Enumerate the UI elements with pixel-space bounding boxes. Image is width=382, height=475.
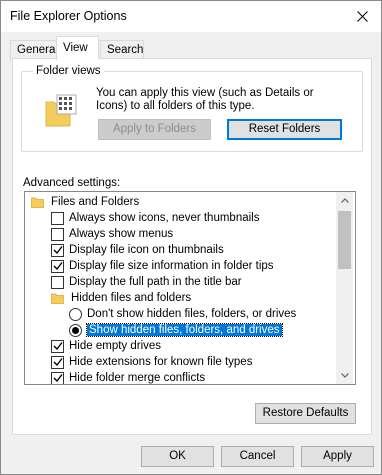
folder-views-description: You can apply this view (such as Details… [96,87,314,112]
setting-hide-empty-drives[interactable]: Hide empty drives [51,338,161,354]
reset-folders-button[interactable]: Reset Folders [227,119,342,140]
setting-hide-folder-merge-conflicts[interactable]: Hide folder merge conflicts [51,370,205,384]
checkbox[interactable] [51,275,64,289]
checkmark-icon [53,262,63,271]
checkbox[interactable] [51,355,64,369]
restore-defaults-button[interactable]: Restore Defaults [255,403,356,424]
scroll-down-button[interactable] [336,367,353,384]
close-icon [356,10,368,22]
checkbox[interactable] [51,259,64,273]
setting-always-show-menus[interactable]: Always show menus [51,226,173,242]
setting-display-file-size-info[interactable]: Display file size information in folder … [51,258,274,274]
tree-group-hidden-files: Hidden files and folders [51,290,191,306]
setting-hide-extensions[interactable]: Hide extensions for known file types [51,354,252,370]
close-button[interactable] [351,6,373,26]
folder-grid-icon [45,94,77,127]
radio-button[interactable] [69,307,82,321]
folder-icon [31,197,44,208]
folder-icon [51,293,64,304]
cancel-button[interactable]: Cancel [221,446,294,467]
title-bar: File Explorer Options [1,1,381,32]
checkbox[interactable] [51,243,64,257]
tree-group-files-and-folders: Files and Folders [31,194,139,210]
checkmark-icon [53,374,63,383]
folder-views-legend: Folder views [33,65,104,77]
ok-button[interactable]: OK [141,446,214,467]
setting-always-show-icons[interactable]: Always show icons, never thumbnails [51,210,259,226]
apply-button[interactable]: Apply [301,446,374,467]
checkmark-icon [53,342,63,351]
radio-button[interactable] [69,323,82,337]
chevron-down-icon [340,373,349,378]
setting-display-full-path[interactable]: Display the full path in the title bar [51,274,242,290]
checkbox[interactable] [51,371,64,384]
checkbox[interactable] [51,211,64,225]
checkbox[interactable] [51,227,64,241]
setting-dont-show-hidden[interactable]: Don't show hidden files, folders, or dri… [69,306,296,322]
setting-display-file-icon-thumbnails[interactable]: Display file icon on thumbnails [51,242,224,258]
checkmark-icon [53,246,63,255]
advanced-settings-label: Advanced settings: [23,177,121,189]
file-explorer-options-dialog: File Explorer Options General View Searc… [0,0,382,475]
advanced-settings-tree[interactable]: Files and Folders Always show icons, nev… [24,191,356,385]
setting-show-hidden[interactable]: Show hidden files, folders, and drives [69,322,283,338]
tab-view[interactable]: View [56,36,99,60]
checkbox[interactable] [51,339,64,353]
chevron-up-icon [340,198,349,203]
scroll-thumb[interactable] [338,211,351,269]
scroll-up-button[interactable] [336,192,353,209]
window-title: File Explorer Options [10,9,127,23]
checkmark-icon [53,358,63,367]
apply-to-folders-button[interactable]: Apply to Folders [98,119,211,140]
tree-scrollbar[interactable] [336,192,353,384]
